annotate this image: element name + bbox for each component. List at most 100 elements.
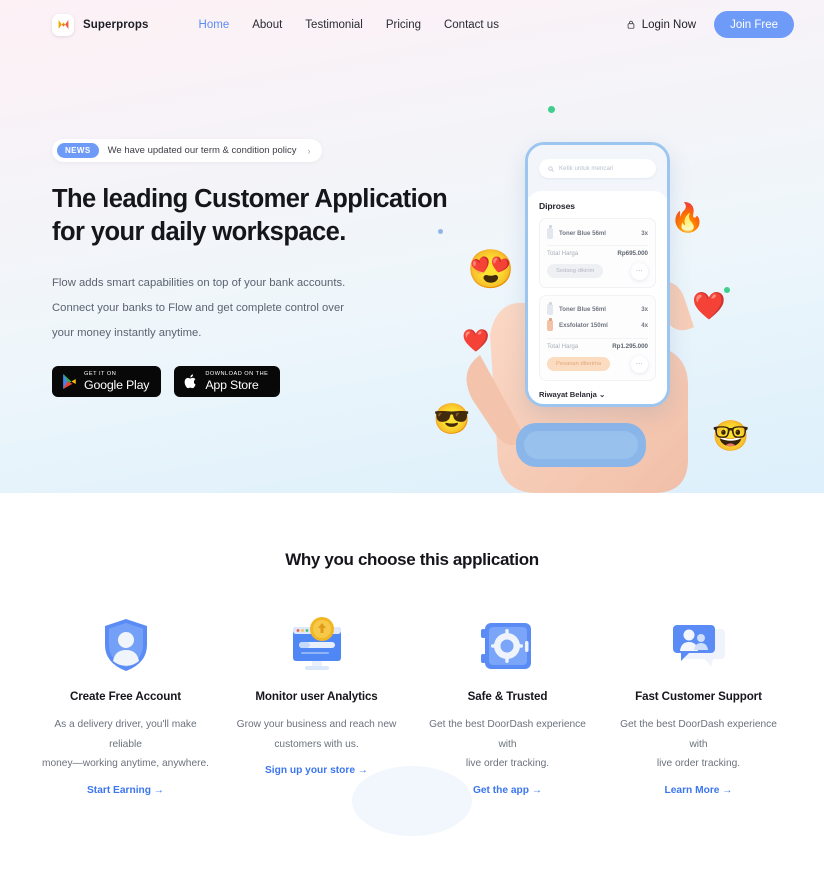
safe-vault-icon [480, 611, 535, 673]
order-status-row: Pesanan diterima ⋯ [547, 355, 648, 373]
feature-title: Create Free Account [69, 690, 182, 703]
feature-desc-line-1: Get the best DoorDash experience with [429, 719, 586, 750]
total-label: Total Harga [547, 342, 579, 350]
status-badge: Pesanan diterima [547, 357, 611, 372]
google-play-small-label: GET IT ON [84, 370, 117, 377]
join-free-button[interactable]: Join Free [714, 11, 794, 38]
brand-name: Superprops [83, 18, 149, 31]
nav-actions: Login Now Join Free [626, 11, 794, 38]
history-section-label[interactable]: Riwayat Belanja ⌄ [539, 390, 656, 399]
page-title: The leading Customer Application for you… [52, 183, 452, 250]
feature-desc-line-2: money—working anytime, anywhere. [41, 758, 210, 770]
nav-item-testimonial[interactable]: Testimonial [305, 19, 363, 31]
feature-desc-line-2: live order tracking. [656, 758, 741, 770]
chevron-down-icon: ⌄ [598, 389, 606, 399]
shield-person-icon [102, 611, 150, 673]
product-bottle-icon [547, 301, 553, 316]
total-value: Rp695.000 [617, 249, 648, 257]
monitor-coin-icon [287, 611, 347, 673]
feature-description: Get the best DoorDash experience with li… [613, 715, 785, 774]
headline-line-2: for your daily workspace. [52, 218, 346, 247]
feature-title: Safe & Trusted [467, 690, 548, 703]
feature-title: Monitor user Analytics [255, 690, 378, 703]
feature-link-learn-more[interactable]: Learn More → [665, 785, 733, 796]
feature-desc-line-2: customers with us. [274, 738, 359, 750]
news-text: We have updated our term & condition pol… [107, 145, 297, 156]
feature-desc-line-2: live order tracking. [465, 758, 550, 770]
google-play-label: Google Play [84, 378, 150, 393]
order-item-row: Exsfolator 150ml 4x [547, 317, 648, 334]
subcopy-line-1: Flow adds smart capabilities on top of y… [52, 276, 346, 289]
order-status-row: Sedang dikirim ⋯ [547, 262, 648, 280]
google-play-button[interactable]: GET IT ON Google Play [52, 366, 162, 398]
product-bottle-icon [547, 317, 553, 332]
store-badges: GET IT ON Google Play Download on the Ap… [52, 366, 452, 398]
phone-top-bar: Ketik untuk mencari [528, 145, 667, 197]
google-play-icon [63, 374, 76, 390]
lock-icon [627, 20, 635, 29]
app-store-label: App Store [205, 378, 259, 393]
app-store-button[interactable]: Download on the App Store [174, 366, 281, 398]
subcopy-line-2: Connect your banks to Flow and get compl… [52, 301, 344, 314]
feature-card-monitor-user-analytics: Monitor user Analytics Grow your busines… [221, 611, 412, 796]
nav-item-home[interactable]: Home [199, 19, 230, 31]
order-total-row: Total Harga Rp695.000 [547, 250, 648, 257]
hero-subcopy: Flow adds smart capabilities on top of y… [52, 271, 452, 347]
feature-card-create-free-account: Create Free Account As a delivery driver… [30, 611, 221, 796]
search-input[interactable]: Ketik untuk mencari [539, 159, 656, 178]
phone-screen: Diproses Toner Blue 56ml 3x Total Harga … [528, 191, 667, 404]
product-bottle-icon [547, 225, 553, 239]
phone-section-title: Diproses [539, 201, 575, 211]
search-placeholder: Ketik untuk mencari [559, 165, 614, 172]
section-heading: Why you choose this application [285, 550, 539, 569]
hero-illustration: 😍 🔥 ❤️ ❤️ 😎 🤓 Ketik untuk mencari Dipros… [420, 85, 824, 493]
item-qty: 3x [641, 306, 648, 314]
feature-title: Fast Customer Support [635, 690, 762, 703]
feature-desc-line-1: As a delivery driver, you'll make reliab… [54, 719, 197, 750]
item-qty: 3x [641, 229, 648, 237]
landing-page: Superprops Home About Testimonial Pricin… [0, 0, 824, 880]
item-qty: 4x [641, 322, 648, 330]
feature-description: Get the best DoorDash experience with li… [422, 715, 594, 774]
subcopy-line-3: your money instantly anytime. [52, 327, 202, 340]
nav-links: Home About Testimonial Pricing Contact u… [199, 19, 499, 31]
brand-logo[interactable]: Superprops [52, 13, 149, 36]
phone-mockup: Ketik untuk mencari Diproses Toner Blue … [525, 142, 670, 407]
feature-card-safe-trusted: Safe & Trusted Get the best DoorDash exp… [412, 611, 603, 796]
app-store-small-label: Download on the [205, 370, 269, 377]
nav-item-contact-us[interactable]: Contact us [444, 19, 499, 31]
login-button[interactable]: Login Now [626, 19, 696, 31]
more-dots-icon[interactable]: ⋯ [631, 262, 648, 280]
features-section: Why you choose this application Create F… [0, 493, 824, 836]
news-banner[interactable]: NEWS We have updated our term & conditio… [52, 139, 322, 162]
feature-link-get-the-app[interactable]: Get the app → [473, 785, 542, 796]
feature-link-start-earning[interactable]: Start Earning → [87, 785, 164, 796]
apple-icon [184, 374, 196, 389]
bottom-decoration [352, 765, 472, 836]
nav-item-about[interactable]: About [252, 19, 282, 31]
more-dots-icon[interactable]: ⋯ [631, 355, 648, 373]
feature-desc-line-1: Get the best DoorDash experience with [620, 719, 777, 750]
order-card[interactable]: Toner Blue 56ml 3x Exsfolator 150ml 4x T… [539, 294, 656, 381]
status-badge: Sedang dikirim [547, 264, 604, 279]
total-label: Total Harga [547, 249, 579, 257]
feature-desc-line-1: Grow your business and reach new [236, 719, 397, 730]
order-item-row: Toner Blue 56ml 3x [547, 301, 648, 318]
feature-description: As a delivery driver, you'll make reliab… [40, 715, 212, 774]
item-name: Exsfolator 150ml [559, 322, 608, 330]
nav-item-pricing[interactable]: Pricing [386, 19, 421, 31]
order-card[interactable]: Toner Blue 56ml 3x Total Harga Rp695.000… [539, 218, 656, 288]
hero-content: NEWS We have updated our term & conditio… [52, 139, 452, 398]
login-label: Login Now [641, 18, 697, 31]
search-icon [548, 165, 554, 172]
divider [547, 337, 648, 339]
total-value: Rp1.295.000 [612, 342, 648, 350]
feature-description: Grow your business and reach new custome… [231, 715, 403, 754]
order-item-row: Toner Blue 56ml 3x [547, 225, 648, 241]
feature-link-sign-up-your-store[interactable]: Sign up your store → [265, 765, 368, 776]
order-total-row: Total Harga Rp1.295.000 [547, 343, 648, 350]
history-label: Riwayat Belanja [539, 389, 597, 399]
item-name: Toner Blue 56ml [559, 229, 606, 237]
feature-card-fast-customer-support: Fast Customer Support Get the best DoorD… [603, 611, 794, 796]
chevron-right-icon: › [307, 145, 311, 156]
